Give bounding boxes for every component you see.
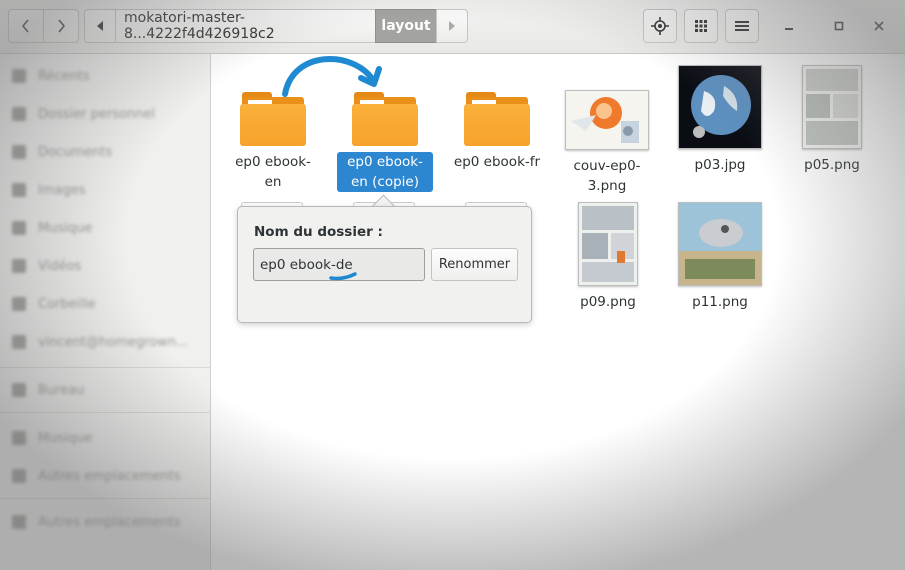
document-icon (12, 145, 26, 159)
sidebar-item-recent[interactable]: Récents (12, 66, 90, 86)
image-thumbnail (565, 90, 649, 150)
path-scroll-right-button[interactable] (436, 9, 468, 43)
file-label: p09.png (580, 294, 636, 310)
file-label: ep0 ebook-en (copie) (337, 152, 433, 192)
file-label: p03.jpg (694, 157, 746, 173)
comic-cover-illustration (566, 91, 648, 149)
sidebar-item-trash[interactable]: vincent@homegrown... (12, 332, 188, 352)
clock-icon (12, 69, 26, 83)
sidebar-item-downloads[interactable]: Vidéos (12, 256, 81, 276)
comic-page-illustration (579, 203, 637, 285)
file-label: ep0 ebook-fr (453, 154, 541, 170)
file-label: p11.png (692, 294, 748, 310)
trash-icon (12, 335, 26, 349)
file-item-folder[interactable]: ep0 ebook-en (229, 92, 317, 192)
minimize-button[interactable] (778, 15, 800, 37)
sidebar-item-label: Documents (38, 144, 113, 160)
rename-button[interactable]: Renommer (431, 248, 518, 281)
forward-button[interactable] (43, 9, 79, 43)
network-icon (12, 383, 26, 397)
sidebar-item-label: Récents (38, 68, 90, 84)
hamburger-menu-icon (735, 21, 749, 31)
close-icon (874, 21, 884, 31)
download-icon (12, 259, 26, 273)
sidebar-item-other-locations[interactable]: Autres emplacements (12, 512, 181, 532)
sidebar: Récents Dossier personnel Documents Imag… (0, 54, 211, 570)
sidebar-item-label: Musique (38, 220, 93, 236)
grid-view-button[interactable] (684, 9, 718, 43)
sidebar-item-label: Musique (38, 430, 93, 446)
triangle-left-icon (97, 21, 103, 31)
camera-icon (12, 183, 26, 197)
folder-icon (12, 469, 26, 483)
folder-icon (352, 92, 418, 146)
image-thumbnail (678, 202, 762, 286)
file-item-image[interactable]: p05.png (788, 65, 876, 175)
sidebar-item-label: Images (38, 182, 86, 198)
sidebar-item-label: Autres emplacements (38, 468, 181, 484)
sidebar-divider (0, 412, 211, 413)
folder-icon (12, 431, 26, 445)
sidebar-item-label: Vidéos (38, 258, 82, 274)
file-item-image[interactable]: couv-ep0-3.png (563, 90, 651, 196)
sidebar-item-label: vincent@homegrown... (38, 334, 189, 350)
music-icon (12, 221, 26, 235)
maximize-icon (834, 21, 844, 31)
sidebar-item-bookmark[interactable]: Autres emplacements (12, 466, 181, 486)
grid-view-icon (695, 20, 707, 32)
file-item-image[interactable]: p11.png (676, 202, 764, 312)
file-item-image[interactable]: p09.png (564, 202, 652, 312)
sidebar-item-home[interactable]: Dossier personnel (12, 104, 155, 124)
file-label: p05.png (804, 157, 860, 173)
chevron-right-icon (58, 19, 66, 33)
sidebar-item-label: Dossier personnel (38, 106, 156, 122)
sidebar-item-documents[interactable]: Documents (12, 142, 112, 162)
underline-annotation (329, 272, 357, 281)
file-label: ep0 ebook-en (235, 154, 311, 190)
sidebar-item-videos[interactable]: Corbeille (12, 294, 95, 314)
sidebar-item-network[interactable]: Bureau (12, 380, 84, 400)
sidebar-item-label: Bureau (38, 382, 85, 398)
image-thumbnail (802, 65, 862, 149)
video-icon (12, 297, 26, 311)
file-item-folder-selected[interactable]: ep0 ebook-en (copie) (335, 92, 435, 192)
back-button[interactable] (8, 9, 44, 43)
file-item-folder[interactable]: ep0 ebook-fr (453, 92, 541, 172)
sidebar-item-music[interactable]: Musique (12, 218, 92, 238)
image-thumbnail (678, 65, 762, 149)
header-bar: mokatori-master-8...4222f4d426918c2 layo… (0, 0, 905, 54)
folder-icon (240, 92, 306, 146)
path-segment-current[interactable]: layout (375, 9, 437, 43)
curved-arrow-annotation (282, 56, 382, 97)
file-item-image[interactable]: p03.jpg (676, 65, 764, 175)
menu-button[interactable] (725, 9, 759, 43)
comic-page-illustration (803, 66, 861, 148)
close-button[interactable] (868, 15, 890, 37)
path-scroll-left-button[interactable] (84, 9, 116, 43)
triangle-right-icon (449, 21, 455, 31)
location-button[interactable] (643, 9, 677, 43)
crosshair-icon (651, 17, 669, 35)
rename-popover: Nom du dossier : Renommer (237, 206, 532, 323)
minimize-icon (785, 28, 793, 30)
plus-icon (12, 515, 26, 529)
sidebar-item-images[interactable]: Images (12, 180, 86, 200)
file-label: couv-ep0-3.png (573, 158, 641, 194)
planet-illustration (679, 66, 761, 148)
path-segment-parent[interactable]: mokatori-master-8...4222f4d426918c2 (115, 9, 376, 43)
sidebar-item-desktop[interactable]: Musique (12, 428, 92, 448)
folder-icon (464, 92, 530, 146)
chevron-left-icon (21, 19, 29, 33)
maximize-button[interactable] (828, 15, 850, 37)
image-thumbnail (578, 202, 638, 286)
sidebar-item-label: Autres emplacements (38, 514, 181, 530)
crowd-scene-illustration (679, 203, 761, 285)
popover-title: Nom du dossier : (254, 224, 383, 240)
sidebar-divider (0, 367, 211, 368)
home-icon (12, 107, 26, 121)
sidebar-item-label: Corbeille (38, 296, 96, 312)
sidebar-divider (0, 498, 211, 499)
